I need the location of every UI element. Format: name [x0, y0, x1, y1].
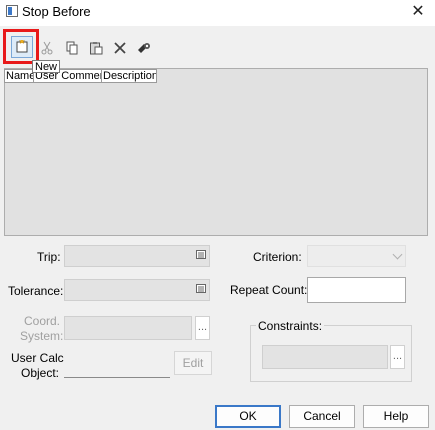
coord-system-label-line1: Coord. — [24, 314, 61, 328]
tolerance-label: Tolerance: — [8, 284, 64, 298]
close-icon[interactable]: ✕ — [408, 2, 428, 22]
paste-button[interactable] — [86, 38, 106, 58]
copy-icon — [66, 41, 78, 55]
trip-label: Trip: — [37, 250, 61, 264]
paste-icon — [90, 42, 103, 55]
rename-button[interactable] — [134, 38, 154, 58]
delete-button[interactable] — [110, 38, 130, 58]
window-title: Stop Before — [22, 4, 91, 19]
constraints-field[interactable] — [262, 345, 388, 369]
calculator-icon — [196, 284, 206, 293]
rename-icon — [138, 43, 150, 53]
edit-button[interactable]: Edit — [174, 351, 212, 375]
new-button[interactable] — [11, 36, 33, 58]
cancel-button[interactable]: Cancel — [289, 405, 355, 428]
coord-system-label-line2: System: — [20, 329, 64, 343]
column-header-name[interactable]: Name — [4, 69, 34, 83]
coord-system-field[interactable] — [64, 316, 192, 340]
user-calc-object-field[interactable] — [64, 377, 170, 378]
copy-button[interactable] — [62, 38, 82, 58]
constraints-label: Constraints: — [256, 319, 325, 333]
coord-system-browse-button[interactable]: ... — [195, 316, 210, 340]
criterion-label: Criterion: — [253, 250, 302, 264]
help-button[interactable]: Help — [363, 405, 429, 428]
user-calc-label-line1: User Calc — [11, 351, 64, 365]
items-table[interactable] — [4, 68, 428, 236]
scissors-icon — [41, 41, 53, 55]
constraints-browse-button[interactable]: ... — [390, 345, 405, 369]
repeat-count-label: Repeat Count: — [230, 283, 308, 297]
criterion-dropdown[interactable] — [307, 245, 406, 267]
new-icon — [16, 40, 28, 53]
chevron-down-icon — [392, 249, 403, 260]
tolerance-field[interactable] — [64, 279, 210, 301]
column-header-description[interactable]: Description — [101, 69, 157, 83]
new-tooltip: New — [32, 60, 60, 73]
user-calc-label-line2: Object: — [21, 366, 60, 380]
cut-button[interactable] — [37, 38, 57, 58]
window-icon — [6, 5, 18, 17]
delete-x-icon — [114, 42, 126, 54]
ok-button[interactable]: OK — [215, 405, 281, 428]
calculator-icon — [196, 250, 206, 259]
repeat-count-input[interactable] — [307, 277, 406, 303]
trip-field[interactable] — [64, 245, 210, 267]
